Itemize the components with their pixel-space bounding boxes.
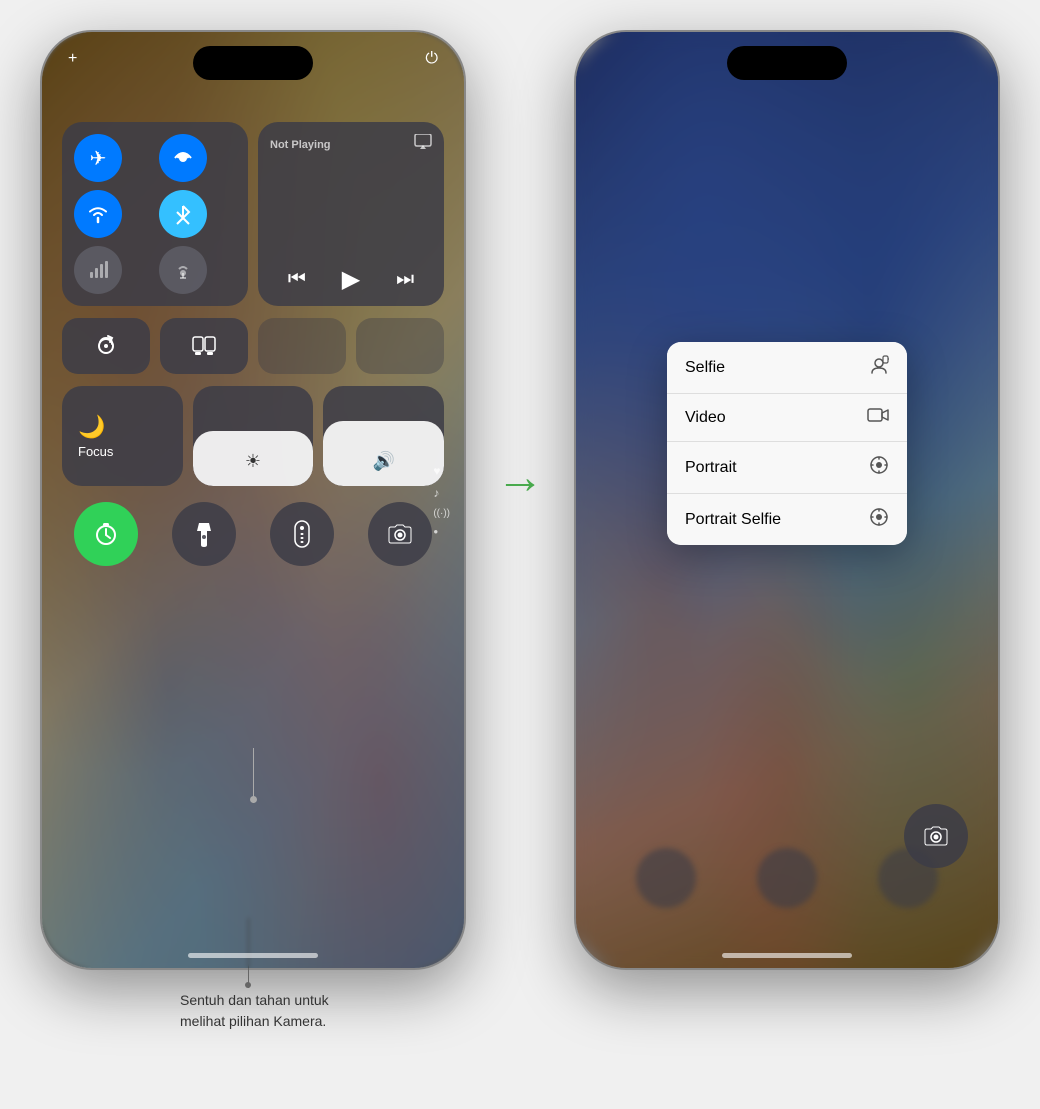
heart-indicator: ♥: [433, 464, 450, 478]
video-label: Video: [685, 409, 726, 427]
airplane-mode-button[interactable]: ✈: [74, 134, 122, 182]
blank-btn-2: [356, 318, 444, 374]
video-menu-item[interactable]: Video: [667, 394, 907, 442]
arrow-container: →: [496, 30, 544, 505]
camera-context-menu: Selfie Video: [667, 342, 907, 545]
portrait-selfie-menu-item[interactable]: Portrait Selfie: [667, 494, 907, 545]
portrait-menu-item[interactable]: Portrait: [667, 442, 907, 494]
caption-text: Sentuh dan tahan untuk melihat pilihan K…: [180, 990, 329, 1032]
prev-button[interactable]: ⏮: [288, 268, 306, 291]
cc-top-section: ✈: [62, 122, 444, 306]
cellular-button[interactable]: [74, 246, 122, 294]
plus-icon[interactable]: +: [68, 50, 77, 68]
portrait-icon: [869, 455, 889, 480]
brightness-icon: ☀: [245, 451, 261, 472]
screen-mirror-button[interactable]: [160, 318, 248, 374]
camera-button-left[interactable]: [368, 502, 432, 566]
control-center: ✈: [42, 32, 464, 968]
signal-indicator: ((·)): [433, 508, 450, 519]
bluetooth-button[interactable]: [159, 190, 207, 238]
selfie-label: Selfie: [685, 359, 725, 377]
cc-connectivity-block: ✈: [62, 122, 248, 306]
annotation-line: [253, 748, 254, 803]
left-phone: + ⏻ ✈: [40, 30, 466, 970]
blank-btn-1: [258, 318, 346, 374]
caption-area: Sentuh dan tahan untuk melihat pilihan K…: [0, 978, 1040, 1032]
focus-label: Focus: [78, 444, 113, 459]
screen-rotation-button[interactable]: [62, 318, 150, 374]
cc-media-block: Not Playing ⏮ ▶ ⏭: [258, 122, 444, 306]
wifi-button[interactable]: [74, 190, 122, 238]
cc-media-top: Not Playing: [270, 134, 432, 155]
dot-indicator: ●: [433, 527, 450, 536]
next-button[interactable]: ⏭: [396, 268, 414, 291]
cc-middle-row: [62, 318, 444, 374]
portrait-label: Portrait: [685, 459, 737, 477]
cc-focus-slider-row: 🌙 Focus ☀ 🔊: [62, 386, 444, 486]
blurred-btn-1: [636, 848, 696, 908]
portrait-selfie-label: Portrait Selfie: [685, 511, 781, 529]
camera-button-right[interactable]: [904, 804, 968, 868]
media-title: Not Playing: [270, 139, 331, 151]
focus-button[interactable]: 🌙 Focus: [62, 386, 183, 486]
phones-container: + ⏻ ✈: [0, 0, 1040, 970]
arrow-icon: →: [496, 450, 544, 505]
airplay-icon[interactable]: [414, 134, 432, 155]
right-phone: Selfie Video: [574, 30, 1000, 970]
flashlight-button[interactable]: [172, 502, 236, 566]
music-indicator: ♪: [433, 486, 450, 500]
volume-slider[interactable]: 🔊: [323, 386, 444, 486]
dynamic-island-left: [193, 46, 313, 80]
home-indicator-left: [188, 953, 318, 958]
power-button[interactable]: [464, 212, 466, 282]
volume-icon: 🔊: [372, 451, 394, 472]
timer-button[interactable]: [74, 502, 138, 566]
wifi-calling-button[interactable]: [159, 134, 207, 182]
left-phone-screen: + ⏻ ✈: [42, 32, 464, 968]
hotspot-button[interactable]: [159, 246, 207, 294]
power-icon[interactable]: ⏻: [425, 50, 438, 68]
video-icon: [867, 407, 889, 428]
right-power-button[interactable]: [998, 212, 1000, 282]
selfie-menu-item[interactable]: Selfie: [667, 342, 907, 394]
blurred-btn-2: [757, 848, 817, 908]
cc-bottom-row: [62, 502, 444, 566]
right-phone-screen: Selfie Video: [576, 32, 998, 968]
portrait-selfie-icon: [869, 507, 889, 532]
side-indicators: ♥ ♪ ((·)) ●: [433, 464, 450, 536]
play-button[interactable]: ▶: [342, 265, 360, 294]
home-indicator-right: [722, 953, 852, 958]
brightness-slider[interactable]: ☀: [193, 386, 314, 486]
cc-media-controls: ⏮ ▶ ⏭: [270, 265, 432, 294]
selfie-icon: [869, 355, 889, 380]
remote-button[interactable]: [270, 502, 334, 566]
dynamic-island-right: [727, 46, 847, 80]
